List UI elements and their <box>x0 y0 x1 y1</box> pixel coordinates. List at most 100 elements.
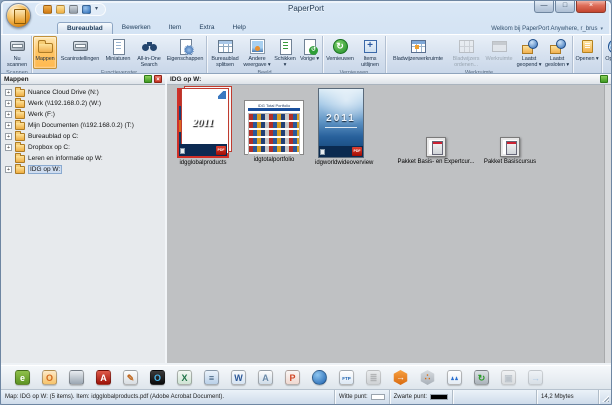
document-label[interactable]: Pakket Basis- en Expertcur... <box>397 159 475 165</box>
excel-icon[interactable]: X <box>177 370 192 385</box>
folder-label[interactable]: Werk (F:) <box>28 111 55 118</box>
maximize-button[interactable]: □ <box>555 1 575 13</box>
panel-detach-icon[interactable] <box>144 75 152 83</box>
vertical-scrollbar[interactable] <box>604 85 611 363</box>
folder-tree-item-mijn-documenten-192-168-0-2-t[interactable]: + Mijn Documenten (\\192.168.0.2) (T:) <box>1 120 165 131</box>
connector-gray-icon[interactable]: ∴ <box>420 370 435 385</box>
ribbon-button-scaninstellingen[interactable]: Scaninstellingen <box>57 36 103 69</box>
expand-toggle-icon[interactable]: + <box>5 133 12 140</box>
workspace-desktop[interactable]: 2011 PDF idgglobalproducts IDG Total Por… <box>167 85 611 363</box>
expand-toggle-icon[interactable]: + <box>5 111 12 118</box>
ribbon-button-openen[interactable]: Openen ▾ <box>574 36 600 70</box>
tab-help[interactable]: Help <box>224 22 255 34</box>
folder-icon <box>15 98 25 108</box>
resize-grip[interactable] <box>599 390 611 404</box>
acrobat-icon[interactable]: A <box>96 370 111 385</box>
folder-tree-item-dropbox-op-c[interactable]: + Dropbox op C: <box>1 142 165 153</box>
folder-tree-item-bureaublad-op-c[interactable]: + Bureaublad op C: <box>1 131 165 142</box>
document-label[interactable]: Pakket Basiscursus <box>475 159 545 165</box>
paint-icon[interactable]: ✎ <box>123 370 138 385</box>
folder-label[interactable]: Mijn Documenten (\\192.168.0.2) (T:) <box>28 122 134 129</box>
tab-bureaublad[interactable]: Bureaublad <box>57 22 113 34</box>
bookmark-workspace-icon <box>410 38 427 55</box>
ribbon-group-scannen: Nu scannen Scannen <box>3 36 32 73</box>
folder-label[interactable]: Werk (\\192.168.0.2) (W:) <box>28 100 101 107</box>
ribbon-button-bureaublad-splitsen[interactable]: Bureaublad splitsen <box>208 36 242 69</box>
web-icon[interactable] <box>312 370 327 385</box>
ribbon-button-werkruimte[interactable]: Werkruimte <box>483 36 515 69</box>
ribbon-button-laatst-gesloten[interactable]: Laatst gesloten ▾ <box>543 36 571 69</box>
ribbon-button-all-in-one-search[interactable]: All-in-One Search <box>133 36 165 69</box>
ribbon-button-andere-weergave[interactable]: Andere weergave ▾ <box>242 36 272 69</box>
ribbon-group-werkruimte: Bladwijzerwerkruimte Bladwijzers ordenen.… <box>386 36 573 73</box>
folder-tree-item-leren-en-informatie-op-w[interactable]: Leren en informatie op W: <box>1 153 165 164</box>
recycle-icon[interactable]: ↻ <box>474 370 489 385</box>
organize-bookmarks-icon <box>458 38 475 55</box>
scanner-icon <box>9 38 26 55</box>
document-pakket-basiscursus[interactable]: Pakket Basiscursus <box>475 137 545 165</box>
tab-item[interactable]: Item <box>160 22 191 34</box>
export-icon[interactable]: → <box>528 370 543 385</box>
people-icon[interactable]: ♟♟ <box>447 370 462 385</box>
ribbon-button-bladwijzerwerkruimte[interactable]: Bladwijzerwerkruimte <box>387 36 449 69</box>
folder-tree-item-nuance-cloud-drive-n[interactable]: + Nuance Cloud Drive (N:) <box>1 87 165 98</box>
document-pakket-basis-en-expertcursus[interactable]: Pakket Basis- en Expertcur... <box>397 137 475 165</box>
ribbon-button-vorige[interactable]: Vorige ▾ <box>298 36 321 69</box>
folder-tree-item-werk-192-168-0-2-w[interactable]: + Werk (\\192.168.0.2) (W:) <box>1 98 165 109</box>
document-idgworldwideoverview[interactable]: 2011 PDF idgworldwideoverview <box>315 88 373 166</box>
minimize-button[interactable]: — <box>534 1 554 13</box>
folder-label[interactable]: Nuance Cloud Drive (N:) <box>28 89 99 96</box>
document-idgtotalportfolio[interactable]: IDG Total Portfolio idgtotalportfolio <box>241 100 307 163</box>
ribbon-button-mappen[interactable]: Mappen <box>33 36 57 69</box>
expand-toggle-icon[interactable]: + <box>5 166 12 173</box>
fax-icon[interactable]: ≣ <box>366 370 381 385</box>
title-bar[interactable]: ▾ PaperPort — □ × <box>1 1 611 28</box>
tab-bewerken[interactable]: Bewerken <box>113 22 160 34</box>
ribbon-button-vernieuwen[interactable]: Vernieuwen <box>324 36 356 69</box>
folder-tree-item-werk-f[interactable]: + Werk (F:) <box>1 109 165 120</box>
scan-device-icon[interactable] <box>69 370 84 385</box>
expand-toggle-icon[interactable]: + <box>5 144 12 151</box>
powerpoint-icon[interactable]: P <box>285 370 300 385</box>
evernote-icon[interactable]: e <box>15 370 30 385</box>
application-menu-button[interactable] <box>6 3 31 28</box>
outlook-icon[interactable]: O <box>42 370 57 385</box>
folder-label[interactable]: IDG op W: <box>28 165 63 174</box>
panel-close-icon[interactable]: × <box>154 75 162 83</box>
folder-label[interactable]: Bureaublad op C: <box>28 133 79 140</box>
ribbon-button-nu-scannen[interactable]: Nu scannen <box>4 36 30 69</box>
expand-toggle-icon[interactable]: + <box>5 100 12 107</box>
ribbon-button-items-uitlijnen[interactable]: Items uitlijnen <box>356 36 384 69</box>
refresh-icon <box>332 38 349 55</box>
close-button[interactable]: × <box>576 1 606 13</box>
document-label[interactable]: idgworldwideoverview <box>315 160 373 166</box>
ribbon-group-misc: Openen ▾ <box>573 36 602 73</box>
document-idgglobalproducts[interactable]: 2011 PDF idgglobalproducts <box>172 86 234 166</box>
cover-rule <box>325 127 357 128</box>
workspace-maximize-icon[interactable] <box>600 75 608 83</box>
folder-tree-item-idg-op-w[interactable]: + IDG op W: <box>1 164 165 175</box>
notepad-icon[interactable]: ≡ <box>204 370 219 385</box>
image-viewer-icon[interactable]: A <box>258 370 273 385</box>
folder-label[interactable]: Leren en informatie op W: <box>28 155 103 162</box>
ribbon: Nu scannen Scannen Mappen Scaninstellingen M… <box>1 34 611 74</box>
omnipage-icon[interactable]: O <box>150 370 165 385</box>
connector-orange-icon[interactable]: → <box>393 370 408 385</box>
document-label[interactable]: idgtotalportfolio <box>241 157 307 163</box>
ribbon-button-bladwijzers-ordenen[interactable]: Bladwijzers ordenen... <box>449 36 483 69</box>
tab-extra[interactable]: Extra <box>190 22 223 34</box>
ribbon-button-laatst-geopend[interactable]: Laatst geopend ▾ <box>515 36 543 69</box>
expand-toggle-icon[interactable]: + <box>5 89 12 96</box>
document-label[interactable]: idgglobalproducts <box>172 160 234 166</box>
word-icon[interactable]: W <box>231 370 246 385</box>
ribbon-button-miniaturen[interactable]: Miniaturen <box>103 36 133 69</box>
folder-label[interactable]: Dropbox op C: <box>28 144 70 151</box>
expand-toggle-icon[interactable]: + <box>5 122 12 129</box>
copy-icon[interactable]: ▣ <box>501 370 516 385</box>
ribbon-button-eigenschappen[interactable]: Eigenschappen <box>165 36 205 69</box>
ftp-icon[interactable]: FTP <box>339 370 354 385</box>
ribbon-button-opties[interactable]: Opties ▾ <box>603 36 611 70</box>
paperport-anywhere-welcome[interactable]: Welkom bij PaperPort Anywhere, r_brus ▾ <box>491 26 603 32</box>
welcome-dropdown-icon[interactable]: ▾ <box>600 26 603 32</box>
ribbon-button-schikken[interactable]: Schikken ▾ <box>272 36 298 69</box>
